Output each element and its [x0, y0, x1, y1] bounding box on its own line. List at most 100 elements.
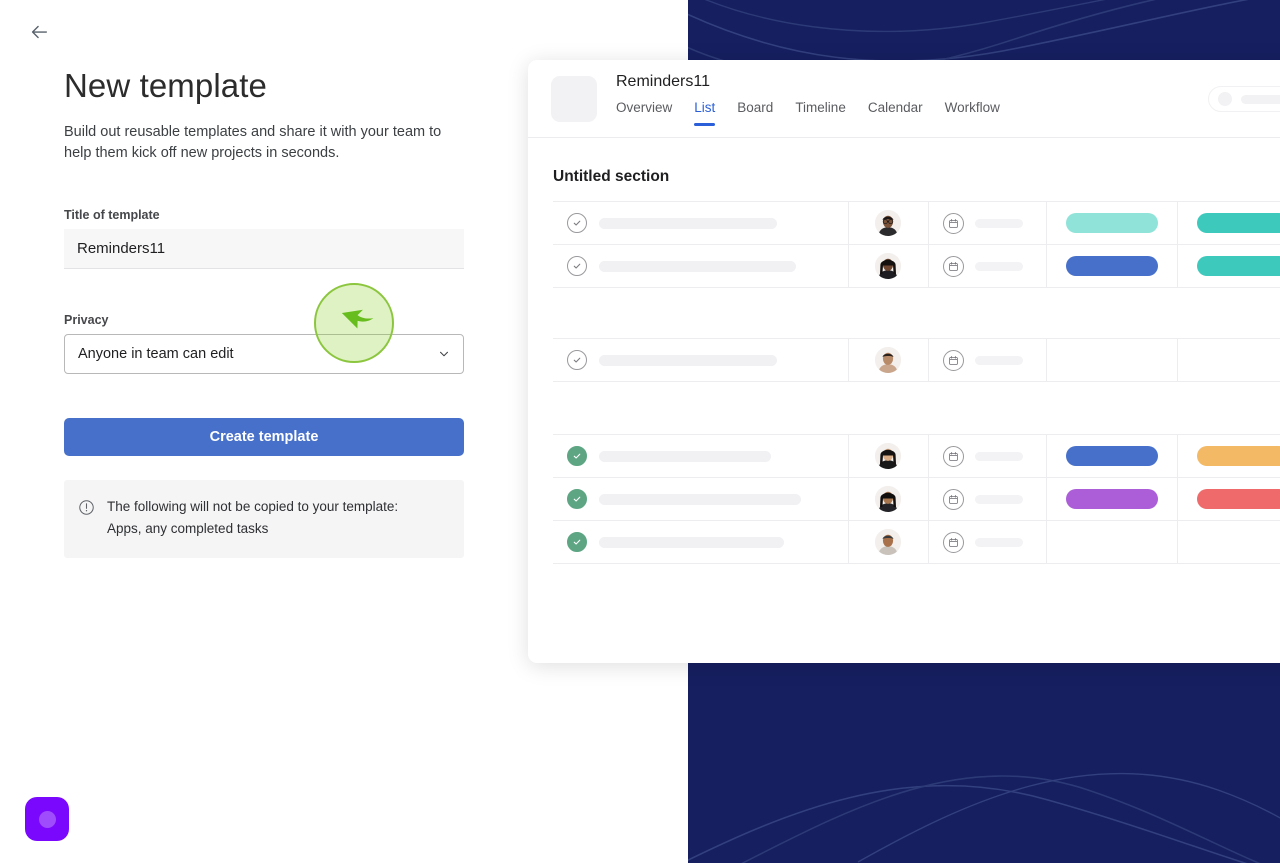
- back-button[interactable]: [26, 19, 52, 45]
- task-name-placeholder: [599, 354, 777, 366]
- calendar-icon[interactable]: [942, 255, 964, 277]
- status-badge: [1196, 489, 1280, 509]
- task-name-cell[interactable]: [553, 245, 849, 287]
- table-row[interactable]: [553, 521, 1280, 564]
- notice-line-1: The following will not be copied to your…: [107, 499, 399, 514]
- recorder-badge[interactable]: [25, 797, 69, 841]
- task-owner-cell[interactable]: [849, 245, 929, 287]
- project-title: Reminders11: [616, 72, 710, 90]
- check-icon[interactable]: [567, 489, 587, 509]
- avatar: [875, 347, 902, 373]
- notice-line-2: Apps, any completed tasks: [107, 521, 269, 536]
- task-date-placeholder: [974, 218, 1023, 228]
- task-owner-cell[interactable]: [849, 202, 929, 244]
- task-name-placeholder: [599, 217, 777, 229]
- task-date-cell[interactable]: [929, 435, 1048, 477]
- task-owner-cell[interactable]: [849, 435, 929, 477]
- task-owner-cell[interactable]: [849, 339, 929, 381]
- check-icon[interactable]: [567, 213, 587, 233]
- task-tag2-cell[interactable]: [1178, 245, 1280, 287]
- task-name-placeholder: [599, 450, 771, 462]
- task-tag2-cell[interactable]: [1178, 202, 1280, 244]
- privacy-select-value: Anyone in team can edit: [78, 346, 234, 362]
- task-tag1-cell[interactable]: [1047, 202, 1178, 244]
- table-row[interactable]: [553, 202, 1280, 245]
- avatar: [875, 529, 902, 555]
- create-template-button[interactable]: Create template: [64, 418, 464, 456]
- task-name-cell[interactable]: [553, 202, 849, 244]
- tab-timeline[interactable]: Timeline: [795, 100, 846, 126]
- task-tag2-cell[interactable]: [1178, 478, 1280, 520]
- project-meta: Reminders11 Overview List Board Timeline…: [616, 72, 1000, 126]
- task-date-cell[interactable]: [929, 478, 1048, 520]
- task-tag1-cell[interactable]: [1047, 339, 1178, 381]
- info-circle-icon: [78, 499, 95, 516]
- calendar-icon[interactable]: [942, 349, 964, 371]
- calendar-icon[interactable]: [942, 445, 964, 467]
- recorder-dot-icon: [38, 810, 56, 828]
- task-tag1-cell[interactable]: [1047, 521, 1178, 563]
- status-badge: [1196, 256, 1280, 276]
- avatar: [875, 253, 902, 279]
- view-tabs: Overview List Board Timeline Calendar Wo…: [616, 100, 1000, 126]
- placeholder-dot-icon: [1218, 92, 1232, 106]
- task-date-cell[interactable]: [929, 202, 1048, 244]
- template-title-input[interactable]: Reminders11: [64, 229, 464, 269]
- status-badge: [1065, 213, 1158, 233]
- task-owner-cell[interactable]: [849, 521, 929, 563]
- task-rows-group-b: [553, 339, 1280, 382]
- tab-workflow[interactable]: Workflow: [945, 100, 1000, 126]
- task-name-cell[interactable]: [553, 478, 849, 520]
- placeholder-bar: [1241, 94, 1280, 104]
- table-row[interactable]: [553, 435, 1280, 478]
- privacy-select[interactable]: Anyone in team can edit: [64, 334, 464, 374]
- task-date-placeholder: [974, 261, 1023, 271]
- status-badge: [1196, 446, 1280, 466]
- privacy-field-label: Privacy: [64, 313, 109, 327]
- notice-text: The following will not be copied to your…: [107, 496, 398, 540]
- check-icon[interactable]: [567, 446, 587, 466]
- preview-header: Reminders11 Overview List Board Timeline…: [528, 60, 1280, 138]
- task-tag2-cell[interactable]: [1178, 521, 1280, 563]
- table-row[interactable]: [553, 245, 1280, 288]
- task-date-cell[interactable]: [929, 521, 1048, 563]
- task-name-cell[interactable]: [553, 521, 849, 563]
- calendar-icon[interactable]: [942, 488, 964, 510]
- task-tag1-cell[interactable]: [1047, 245, 1178, 287]
- table-row[interactable]: [553, 339, 1280, 382]
- table-row[interactable]: [553, 478, 1280, 521]
- task-name-cell[interactable]: [553, 435, 849, 477]
- page-title: New template: [64, 67, 267, 104]
- tab-list[interactable]: List: [694, 100, 716, 126]
- screen-root: New template Build out reusable template…: [0, 0, 1280, 863]
- arrow-left-icon: [31, 25, 48, 39]
- page-description: Build out reusable templates and share i…: [64, 124, 442, 161]
- task-date-cell[interactable]: [929, 339, 1048, 381]
- avatar: [875, 210, 902, 236]
- task-date-cell[interactable]: [929, 245, 1048, 287]
- tab-board[interactable]: Board: [737, 100, 773, 126]
- task-tag2-cell[interactable]: [1178, 339, 1280, 381]
- task-rows-group-c: [553, 435, 1280, 564]
- avatar: [875, 486, 902, 512]
- check-icon[interactable]: [567, 350, 587, 370]
- tab-overview[interactable]: Overview: [616, 100, 672, 126]
- header-placeholder-button[interactable]: [1208, 86, 1280, 112]
- notice-box: The following will not be copied to your…: [64, 480, 464, 558]
- tab-calendar[interactable]: Calendar: [868, 100, 923, 126]
- calendar-icon[interactable]: [942, 531, 964, 553]
- task-date-placeholder: [974, 355, 1023, 365]
- task-name-placeholder: [599, 536, 784, 548]
- check-icon[interactable]: [567, 532, 587, 552]
- check-icon[interactable]: [567, 256, 587, 276]
- task-tag1-cell[interactable]: [1047, 478, 1178, 520]
- preview-body: Untitled section: [528, 138, 1280, 564]
- task-owner-cell[interactable]: [849, 478, 929, 520]
- task-rows-group-a: [553, 202, 1280, 288]
- task-tag1-cell[interactable]: [1047, 435, 1178, 477]
- title-field-label: Title of template: [64, 208, 160, 222]
- calendar-icon[interactable]: [942, 212, 964, 234]
- task-tag2-cell[interactable]: [1178, 435, 1280, 477]
- status-badge: [1196, 213, 1280, 233]
- task-name-cell[interactable]: [553, 339, 849, 381]
